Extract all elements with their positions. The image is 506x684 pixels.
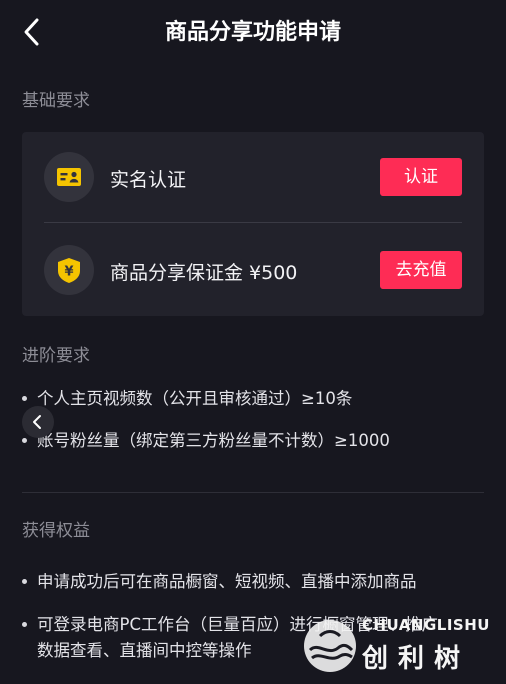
yen-shield-icon: ¥: [44, 245, 94, 295]
bullet-dot: [22, 395, 27, 401]
bullet-dot: [22, 437, 27, 443]
recharge-button[interactable]: 去充值: [380, 251, 462, 289]
list-item: 申请成功后可在商品橱窗、短视频、直播中添加商品: [22, 569, 417, 595]
realname-label: 实名认证: [110, 169, 187, 191]
svg-text:¥: ¥: [64, 265, 73, 280]
chevron-left-icon: [33, 415, 41, 429]
bullet-dot: [22, 578, 27, 584]
list-item: 个人主页视频数（公开且审核通过）≥10条: [22, 386, 352, 412]
section-label-advanced: 进阶要求: [22, 346, 90, 366]
header-bar: 商品分享功能申请: [0, 0, 506, 62]
section-label-basic: 基础要求: [22, 91, 90, 111]
bullet-dot: [22, 621, 27, 627]
deposit-label: 商品分享保证金 ¥500: [110, 262, 298, 284]
section-label-benefits: 获得权益: [22, 521, 90, 541]
watermark-logo: CHUANGLISHU 创利树: [298, 606, 506, 680]
id-card-icon: [44, 152, 94, 202]
page-title: 商品分享功能申请: [164, 20, 341, 45]
requirement-row-realname: 实名认证 认证: [22, 132, 484, 222]
section-divider: [22, 492, 484, 493]
watermark-en: CHUANGLISHU: [362, 616, 490, 634]
divider: [44, 222, 462, 223]
watermark-cn: 创利树: [362, 644, 471, 674]
floating-back-button[interactable]: [22, 406, 54, 438]
verify-button[interactable]: 认证: [380, 158, 462, 196]
requirement-row-deposit: ¥ 商品分享保证金 ¥500 去充值: [22, 224, 484, 314]
basic-requirements-card: 实名认证 认证 ¥ 商品分享保证金 ¥500 去充值: [22, 132, 484, 316]
list-item: 账号粉丝量（绑定第三方粉丝量不计数）≥1000: [22, 428, 390, 454]
list-item-continuation: 数据查看、直播间中控等操作: [37, 641, 252, 660]
